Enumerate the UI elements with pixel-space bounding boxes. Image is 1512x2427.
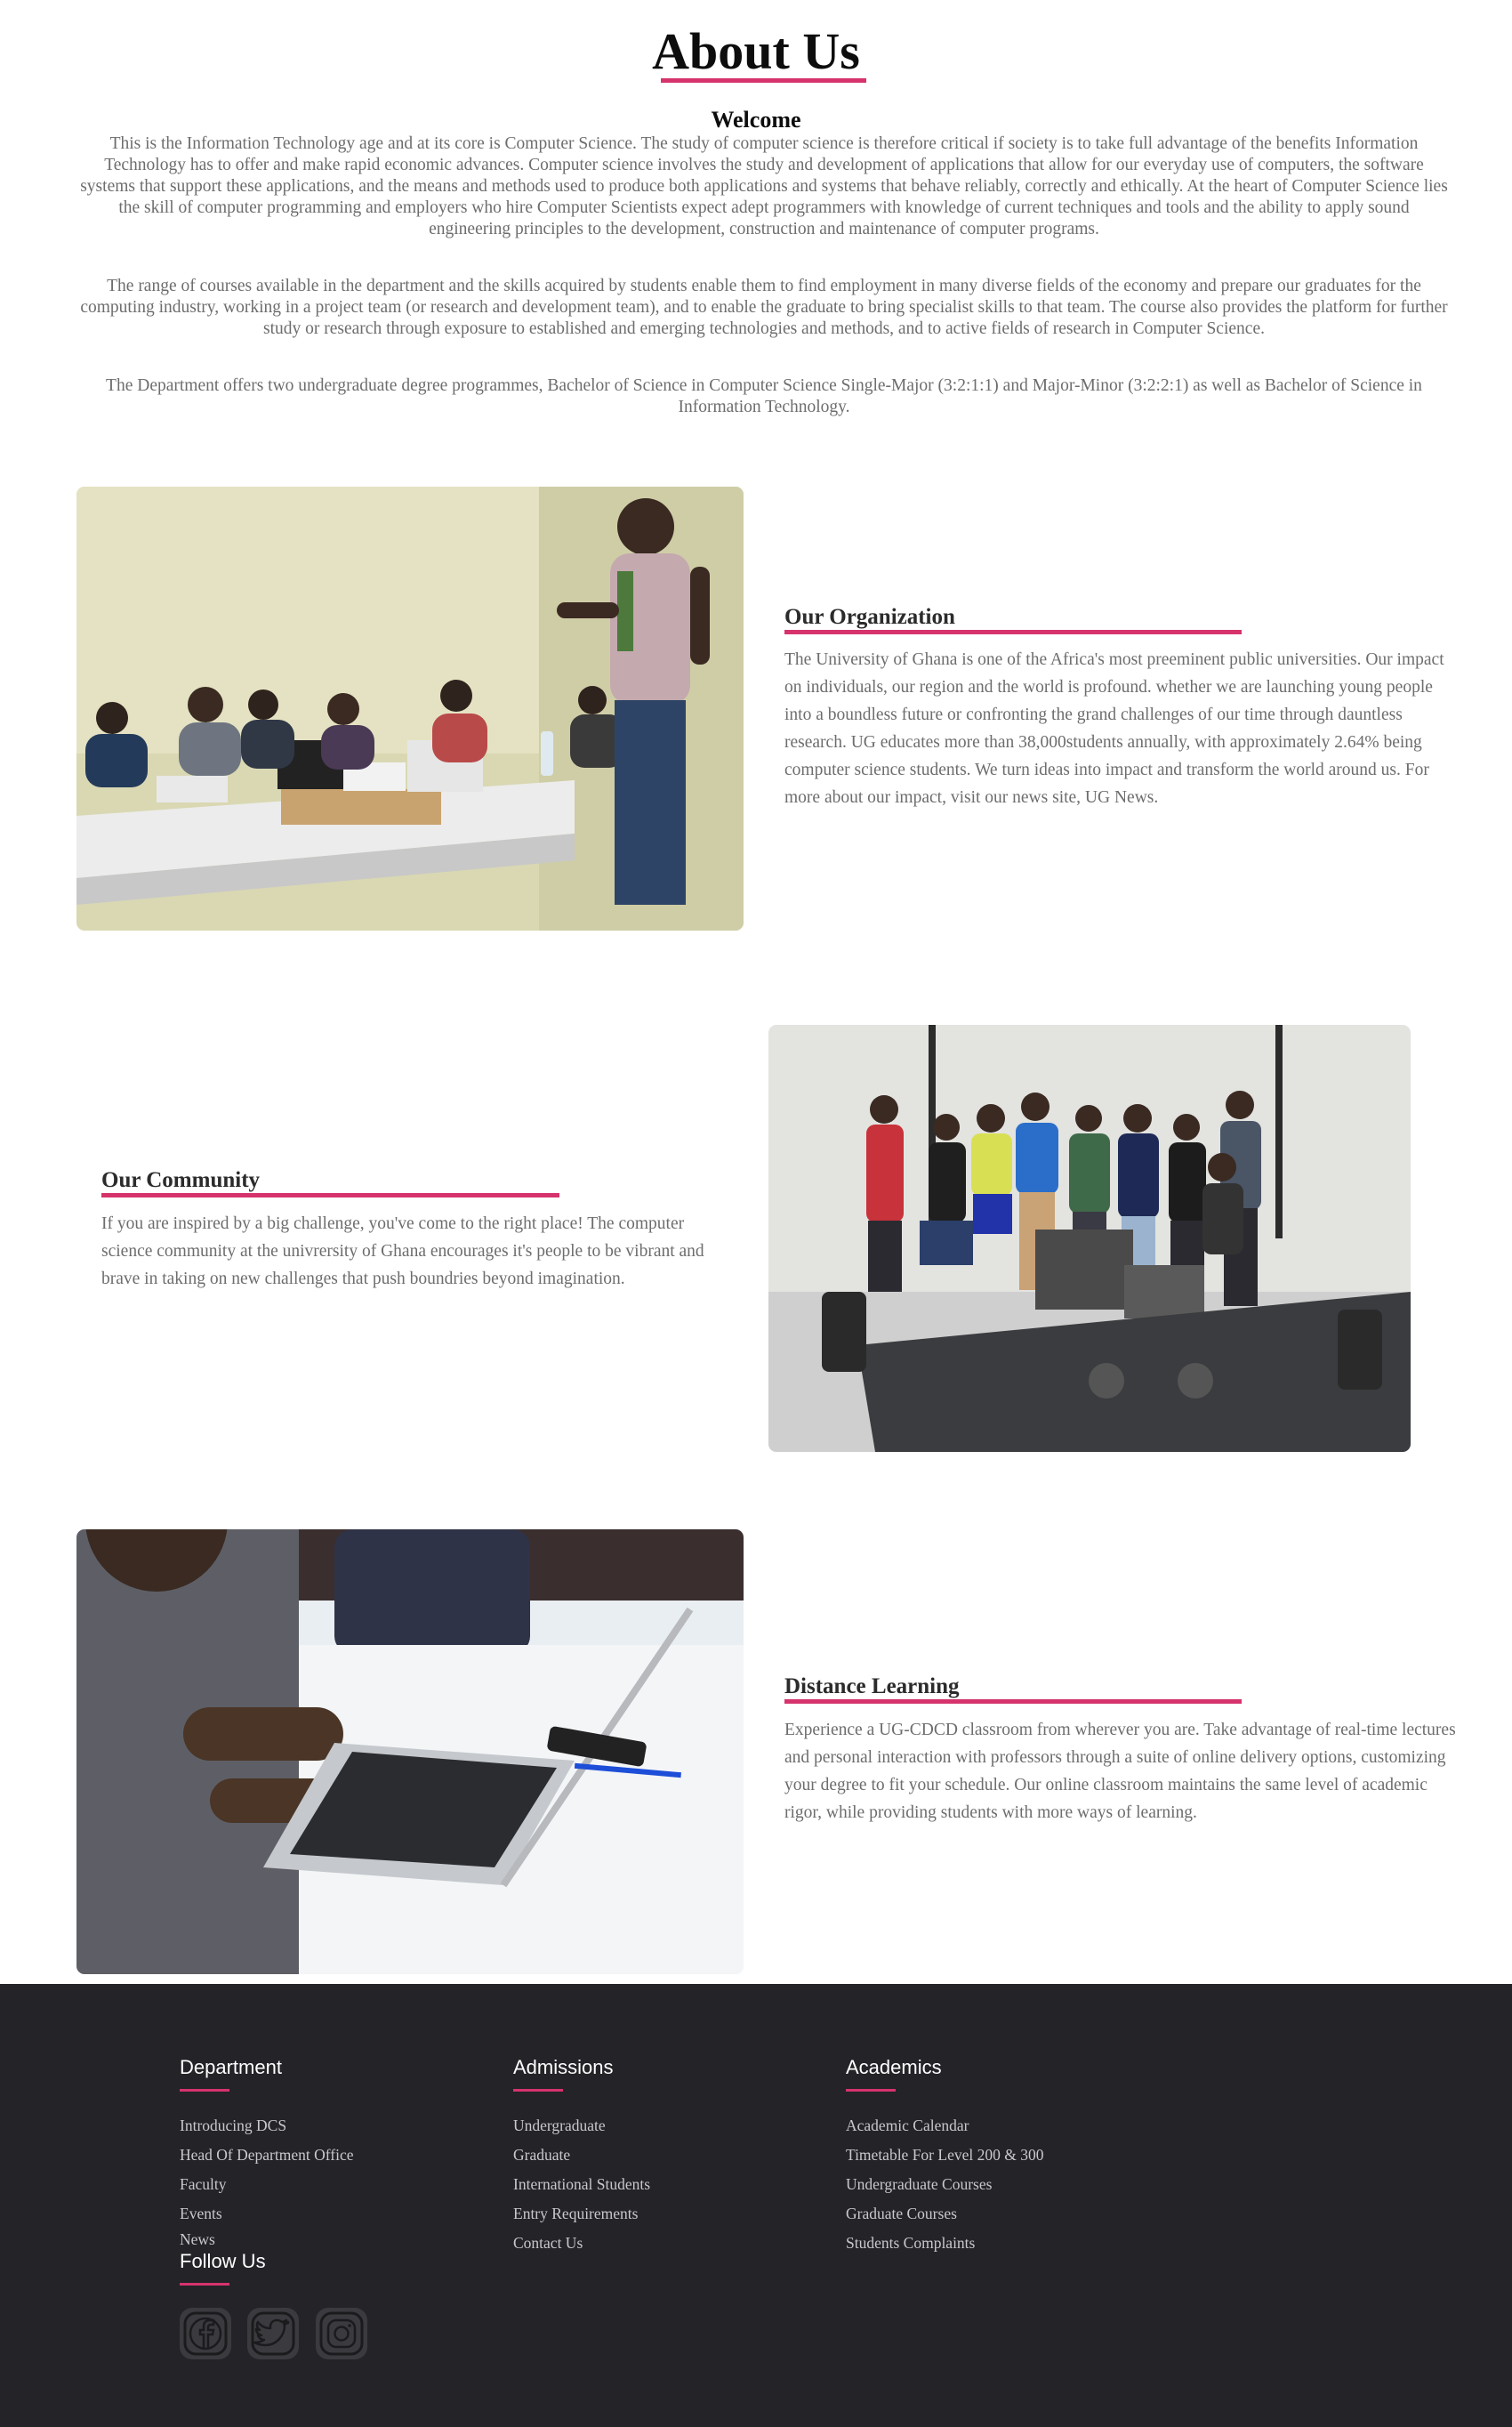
intro-paragraph: This is the Information Technology age a… — [80, 134, 1448, 238]
intro-paragraph: The range of courses available in the de… — [80, 277, 1448, 338]
footer-department-column: Department Introducing DCS Head Of Depar… — [180, 2055, 354, 2250]
footer-heading: Follow Us — [180, 2250, 266, 2272]
footer-heading-underline — [180, 2283, 229, 2286]
distance-learning-heading: Distance Learning — [784, 1674, 960, 1698]
about-page: About Us Welcome This is the Information… — [0, 0, 1512, 2427]
footer-link-news[interactable]: News — [180, 2229, 354, 2250]
heading-underline — [101, 1193, 559, 1197]
organization-text: The University of Ghana is one of the Af… — [784, 650, 1444, 807]
footer-heading: Academics — [846, 2056, 942, 2078]
facebook-icon[interactable] — [180, 2308, 231, 2359]
footer-link-faculty[interactable]: Faculty — [180, 2170, 354, 2199]
footer-heading-underline — [513, 2089, 563, 2092]
footer-link-list: Introducing DCS Head Of Department Offic… — [180, 2111, 354, 2250]
footer-heading-underline — [180, 2089, 229, 2092]
footer-link-academic-calendar[interactable]: Academic Calendar — [846, 2111, 1043, 2141]
laptop-photo — [76, 1529, 744, 1974]
footer-link-students-complaints[interactable]: Students Complaints — [846, 2229, 1043, 2258]
footer-link-list: Academic Calendar Timetable For Level 20… — [846, 2111, 1043, 2258]
organization-heading: Our Organization — [784, 605, 955, 629]
community-text: If you are inspired by a big challenge, … — [101, 1214, 704, 1288]
footer-link-graduate-courses[interactable]: Graduate Courses — [846, 2199, 1043, 2229]
footer-link-contact-us[interactable]: Contact Us — [513, 2229, 650, 2258]
page-title: About Us — [652, 22, 860, 80]
community-group-photo — [768, 1025, 1411, 1452]
footer-academics-column: Academics Academic Calendar Timetable Fo… — [846, 2055, 1043, 2258]
footer-link-entry-requirements[interactable]: Entry Requirements — [513, 2199, 650, 2229]
follow-us-block: Follow Us — [180, 2249, 266, 2286]
heading-underline — [784, 1699, 1242, 1704]
footer-link-list: Undergraduate Graduate International Stu… — [513, 2111, 650, 2258]
footer-link-events[interactable]: Events — [180, 2199, 354, 2229]
footer-heading: Department — [180, 2056, 282, 2078]
footer-link-introducing-dcs[interactable]: Introducing DCS — [180, 2111, 354, 2141]
lecture-photo — [76, 487, 744, 931]
footer-heading: Admissions — [513, 2056, 614, 2078]
footer-link-graduate[interactable]: Graduate — [513, 2141, 650, 2170]
title-underline — [661, 78, 866, 83]
footer-link-undergraduate[interactable]: Undergraduate — [513, 2111, 650, 2141]
site-footer: Department Introducing DCS Head Of Depar… — [0, 1984, 1512, 2427]
heading-underline — [784, 630, 1242, 634]
footer-link-hod-office[interactable]: Head Of Department Office — [180, 2141, 354, 2170]
footer-link-timetable[interactable]: Timetable For Level 200 & 300 — [846, 2141, 1043, 2170]
welcome-heading: Welcome — [711, 107, 801, 133]
twitter-icon[interactable] — [247, 2308, 299, 2359]
footer-heading-underline — [846, 2089, 896, 2092]
footer-link-international-students[interactable]: International Students — [513, 2170, 650, 2199]
instagram-icon[interactable] — [316, 2308, 367, 2359]
community-heading: Our Community — [101, 1168, 261, 1192]
footer-admissions-column: Admissions Undergraduate Graduate Intern… — [513, 2055, 650, 2258]
footer-link-undergraduate-courses[interactable]: Undergraduate Courses — [846, 2170, 1043, 2199]
distance-learning-text: Experience a UG-CDCD classroom from wher… — [784, 1721, 1456, 1822]
intro-paragraph: The Department offers two undergraduate … — [106, 376, 1422, 416]
